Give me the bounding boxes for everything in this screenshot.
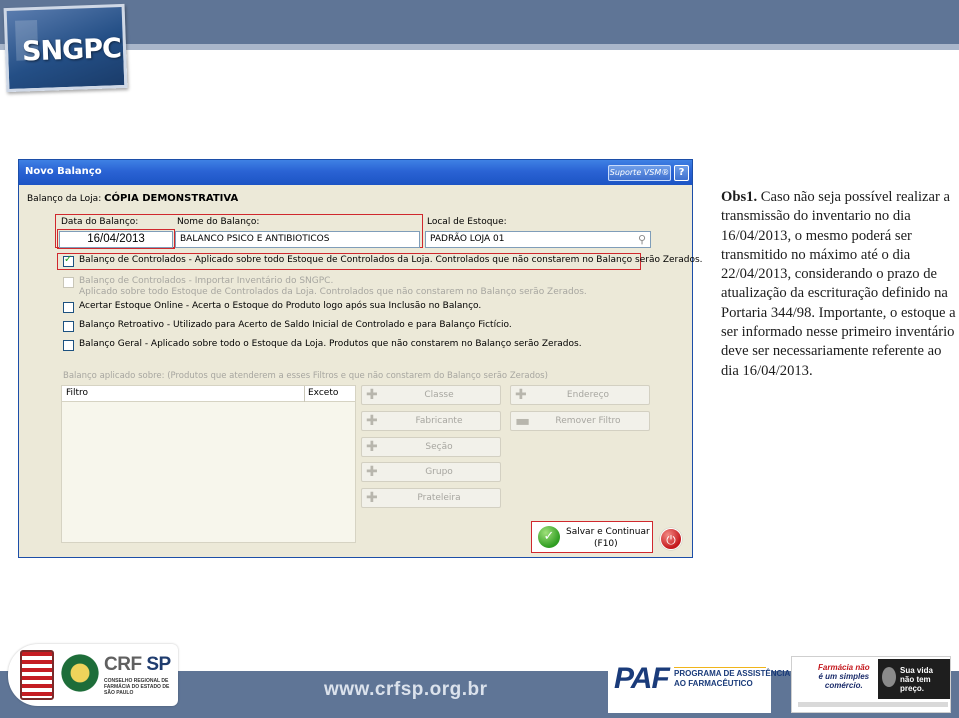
power-icon: ⏻ <box>666 533 676 547</box>
paf-line-1: PROGRAMA DE ASSISTÊNCIA <box>674 669 791 678</box>
help-button[interactable]: ? <box>674 165 689 181</box>
note-prefix: Obs1. <box>721 189 758 205</box>
remover-filtro-button[interactable]: ▬ Remover Filtro <box>510 411 650 431</box>
window-titlebar: Novo Balanço Suporte VSM® ? <box>19 160 692 185</box>
highlight-frame-date <box>57 229 175 249</box>
search-icon[interactable]: ⚲ <box>638 232 646 247</box>
classe-button[interactable]: ✚ Classe <box>361 385 501 405</box>
grupo-button[interactable]: ✚ Grupo <box>361 462 501 482</box>
grupo-label: Grupo <box>425 467 453 477</box>
option-importar-sngpc-sub: Aplicado sobre todo Estoque de Controlad… <box>79 287 587 297</box>
window-title: Novo Balanço <box>25 166 102 177</box>
column-exceto[interactable]: Exceto <box>308 388 338 398</box>
face-icon <box>882 667 896 687</box>
campaign-slogan: Farmácia não é um simples comércio. <box>818 663 870 690</box>
paf-divider <box>674 667 766 668</box>
observation-note: Obs1. Caso não seja possível realizar a … <box>721 188 957 381</box>
name-field[interactable]: BALANCO PSICO E ANTIBIOTICOS <box>175 231 420 248</box>
column-filtro[interactable]: Filtro <box>66 388 88 398</box>
name-label: Nome do Balanço: <box>177 217 260 227</box>
store-label: Balanço da Loja: <box>27 194 102 204</box>
date-label: Data do Balanço: <box>61 217 139 227</box>
classe-label: Classe <box>424 390 454 400</box>
save-continue-button[interactable]: ✓ Salvar e Continuar (F10) <box>531 521 653 553</box>
remover-filtro-label: Remover Filtro <box>555 416 621 426</box>
plus-icon: ✚ <box>366 387 378 403</box>
logo-text: SNGPC <box>21 33 122 68</box>
fabricante-label: Fabricante <box>415 416 463 426</box>
checkbox-geral[interactable] <box>63 340 74 351</box>
top-band <box>0 0 959 44</box>
crf-state: SP <box>146 654 171 675</box>
fabricante-button[interactable]: ✚ Fabricante <box>361 411 501 431</box>
secao-button[interactable]: ✚ Seção <box>361 437 501 457</box>
stock-value: PADRÃO LOJA 01 <box>430 234 505 244</box>
note-text: Caso não seja possível realizar a transm… <box>721 189 956 379</box>
store-name: CÓPIA DEMONSTRATIVA <box>104 193 239 204</box>
crf-wordmark: CRF SP <box>104 654 171 676</box>
secao-label: Seção <box>425 442 453 452</box>
campaign-right-3: preço. <box>900 684 925 693</box>
campaign-dark-panel: Sua vida não tem preço. <box>878 659 950 699</box>
stock-field[interactable]: PADRÃO LOJA 01 ⚲ <box>425 231 651 248</box>
option-importar-sngpc-label: Balanço de Controlados - Importar Invent… <box>79 276 334 286</box>
campaign-line-2: é um simples <box>818 672 870 681</box>
campaign-footer-strip <box>798 702 948 707</box>
filter-list[interactable]: Filtro Exceto <box>61 385 356 543</box>
campaign-logo: Farmácia não é um simples comércio. Sua … <box>791 656 951 713</box>
store-line: Balanço da Loja: CÓPIA DEMONSTRATIVA <box>27 193 238 204</box>
endereco-button[interactable]: ✚ Endereço <box>510 385 650 405</box>
crf-name: CRF <box>104 654 142 675</box>
prateleira-label: Prateleira <box>417 493 461 503</box>
support-button[interactable]: Suporte VSM® <box>608 165 671 181</box>
paf-text: PROGRAMA DE ASSISTÊNCIA AO FARMACÊUTICO <box>674 669 790 689</box>
crf-sp-logo: CRF SP CONSELHO REGIONAL DE FARMÁCIA DO … <box>8 644 178 706</box>
footer-url[interactable]: www.crfsp.org.br <box>324 679 488 701</box>
crf-subtitle: CONSELHO REGIONAL DE FARMÁCIA DO ESTADO … <box>104 678 170 696</box>
option-retroativo-label: Balanço Retroativo - Utilizado para Acer… <box>79 320 512 330</box>
plus-icon: ✚ <box>515 387 527 403</box>
campaign-line-3: comércio. <box>824 681 863 690</box>
column-divider <box>304 386 305 402</box>
option-acertar-online-label: Acertar Estoque Online - Acerta o Estoqu… <box>79 301 482 311</box>
filter-list-header: Filtro Exceto <box>62 386 355 402</box>
sp-flag-emblem <box>20 650 54 700</box>
paf-line-2: AO FARMACÊUTICO <box>674 679 753 688</box>
checkbox-importar-sngpc[interactable] <box>63 277 74 288</box>
plus-icon: ✚ <box>366 439 378 455</box>
prateleira-button[interactable]: ✚ Prateleira <box>361 488 501 508</box>
option-geral-label: Balanço Geral - Aplicado sobre todo o Es… <box>79 339 582 349</box>
checkbox-controlados[interactable] <box>63 254 74 267</box>
plus-icon: ✚ <box>366 490 378 506</box>
novo-balanco-window: Novo Balanço Suporte VSM® ? Balanço da L… <box>18 159 703 558</box>
check-icon: ✓ <box>538 526 560 548</box>
crf-emblem <box>60 650 100 696</box>
checkbox-acertar-online[interactable] <box>63 302 74 313</box>
minus-icon: ▬ <box>515 411 531 430</box>
checkbox-retroativo[interactable] <box>63 321 74 332</box>
save-shortcut: (F10) <box>594 539 618 549</box>
paf-logo: PAF PROGRAMA DE ASSISTÊNCIA AO FARMACÊUT… <box>608 656 790 713</box>
top-band-stripe <box>0 44 959 50</box>
plus-icon: ✚ <box>366 413 378 429</box>
save-label: Salvar e Continuar <box>566 527 650 537</box>
endereco-label: Endereço <box>566 390 610 400</box>
campaign-right-1: Sua vida <box>900 666 933 675</box>
paf-mark: PAF <box>614 662 670 695</box>
campaign-line-1: Farmácia não <box>818 663 870 672</box>
sngpc-logo: SNGPC <box>3 3 128 93</box>
stock-label: Local de Estoque: <box>427 217 507 227</box>
option-controlados-label: Balanço de Controlados - Aplicado sobre … <box>79 255 703 265</box>
campaign-right-2: não tem <box>900 675 931 684</box>
plus-icon: ✚ <box>366 464 378 480</box>
campaign-right-text: Sua vida não tem preço. <box>900 666 933 693</box>
filter-caption: Balanço aplicado sobre: (Produtos que at… <box>63 371 548 381</box>
close-power-button[interactable]: ⏻ <box>660 528 682 550</box>
